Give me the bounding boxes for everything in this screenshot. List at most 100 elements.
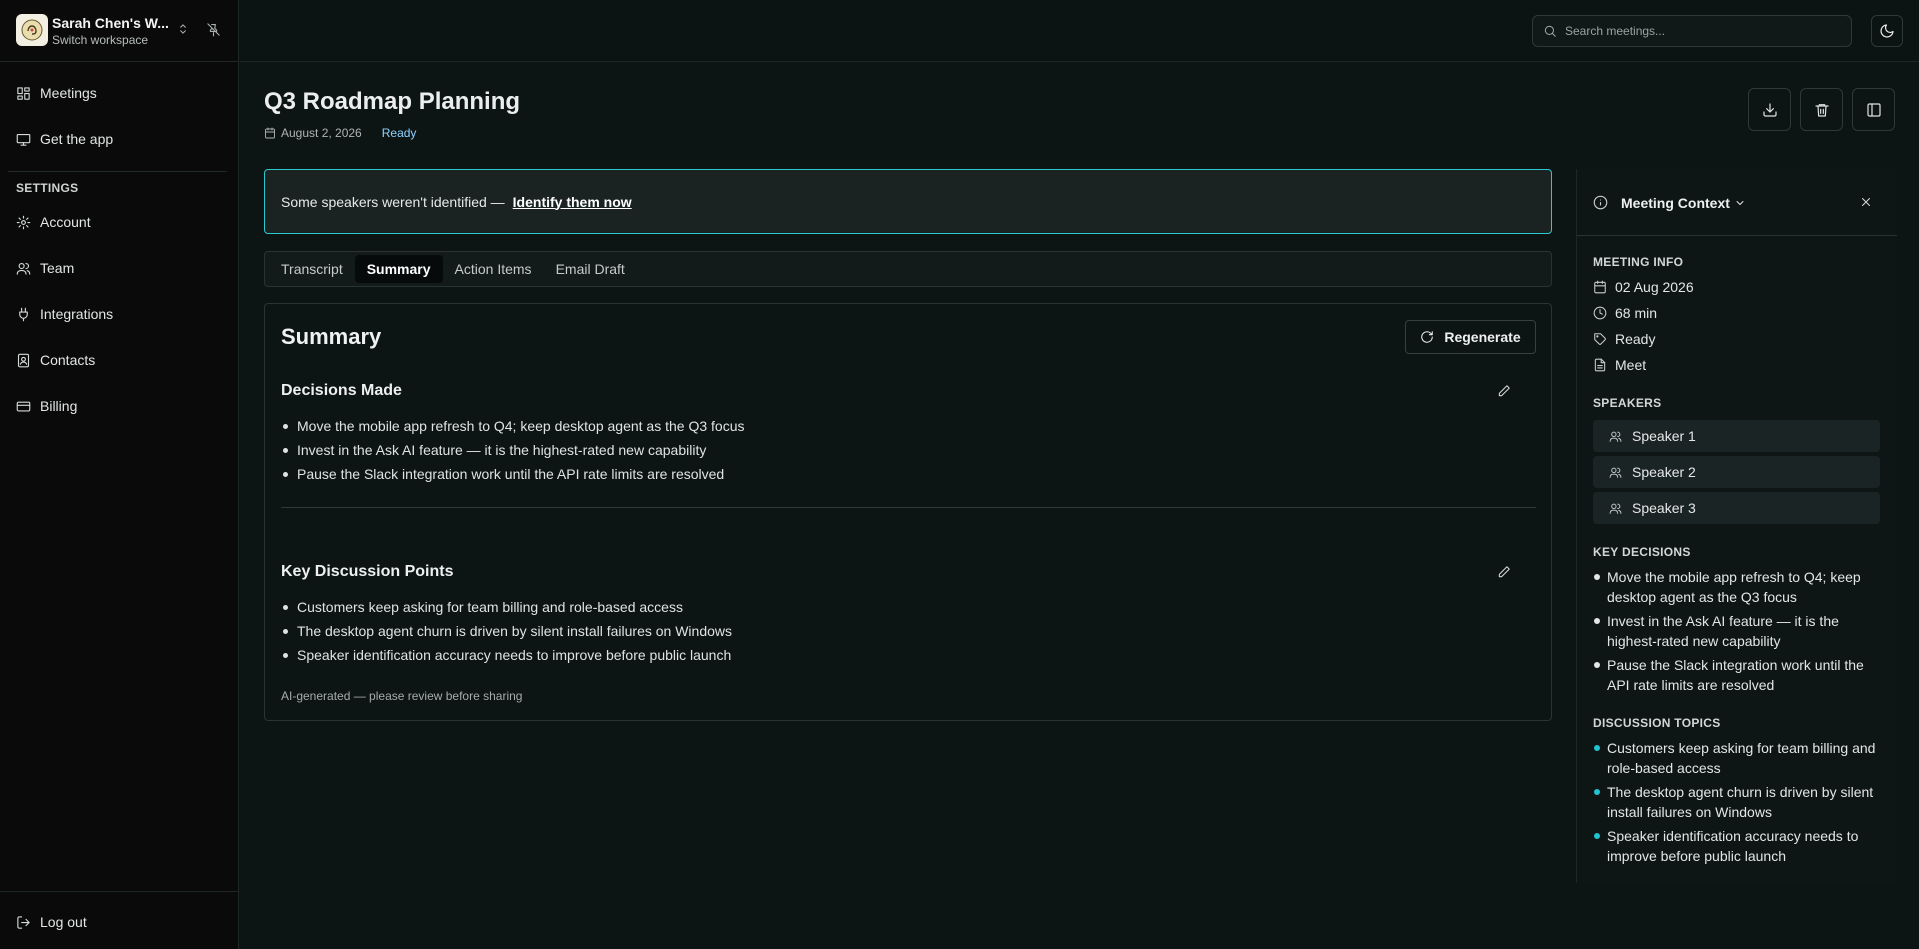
nav-item-label: Integrations	[40, 306, 114, 322]
list-item: Speaker identification accuracy needs to…	[281, 643, 732, 667]
list-item: Move the mobile app refresh to Q4; keep …	[1593, 567, 1883, 607]
speaker-label: Speaker 1	[1632, 428, 1696, 444]
gear-icon	[16, 215, 31, 229]
summary-card: Summary Regenerate Decisions Made Move t…	[264, 303, 1552, 721]
nav-item-get-the-app[interactable]: Get the app	[8, 121, 230, 157]
identify-speakers-link[interactable]: Identify them now	[513, 194, 632, 210]
tab-transcript[interactable]: Transcript	[269, 255, 355, 283]
chevron-up-down-icon[interactable]	[176, 22, 190, 36]
panel-icon	[1866, 102, 1881, 117]
list-item: The desktop agent churn is driven by sil…	[281, 619, 732, 643]
users-icon	[16, 262, 31, 275]
credit-card-icon	[16, 401, 31, 411]
info-duration: 68 min	[1593, 305, 1657, 321]
speaker-warning-banner: Some speakers weren't identified — Ident…	[264, 169, 1552, 234]
meeting-context-panel: Meeting Context MEETING INFO 02 Aug 2026…	[1576, 169, 1897, 883]
list-item: Move the mobile app refresh to Q4; keep …	[281, 414, 745, 438]
info-platform-value: Meet	[1615, 357, 1647, 373]
speaker-label: Speaker 2	[1632, 464, 1696, 480]
clock-icon	[1593, 306, 1607, 320]
status-badge: Ready	[381, 126, 417, 140]
delete-button[interactable]	[1800, 88, 1843, 131]
nav-item-team[interactable]: Team	[8, 250, 230, 286]
plug-icon	[19, 307, 28, 321]
theme-toggle-button[interactable]	[1871, 15, 1903, 47]
banner-text: Some speakers weren't identified —	[281, 193, 505, 210]
section-divider	[281, 507, 1536, 508]
settings-heading: SETTINGS	[16, 181, 79, 195]
trash-icon	[1814, 103, 1829, 117]
meeting-info-heading: MEETING INFO	[1593, 255, 1684, 269]
nav-item-contacts[interactable]: Contacts	[8, 342, 230, 378]
tab-email-draft[interactable]: Email Draft	[544, 255, 637, 283]
sidebar: Sarah Chen's W... Switch workspace Meeti…	[0, 0, 239, 949]
speakers-heading: SPEAKERS	[1593, 396, 1662, 410]
download-button[interactable]	[1748, 88, 1791, 131]
tab-bar: Transcript Summary Action Items Email Dr…	[264, 251, 1552, 287]
list-item: Invest in the Ask AI feature — it is the…	[1593, 611, 1883, 651]
moon-icon	[1880, 24, 1894, 38]
list-item: Pause the Slack integration work until t…	[281, 462, 745, 486]
summary-title: Summary	[281, 324, 382, 349]
logout-label: Log out	[40, 914, 87, 930]
brain-logo-icon	[21, 19, 43, 41]
speaker-item[interactable]: Speaker 2	[1593, 456, 1880, 488]
nav-item-integrations[interactable]: Integrations	[8, 296, 230, 332]
download-icon	[1762, 102, 1777, 117]
discussion-topics-list: Customers keep asking for team billing a…	[1593, 738, 1883, 870]
nav-divider	[8, 171, 227, 172]
speaker-label: Speaker 3	[1632, 500, 1696, 516]
toggle-panel-button[interactable]	[1852, 88, 1895, 131]
info-duration-value: 68 min	[1615, 305, 1658, 321]
nav-item-meetings[interactable]: Meetings	[8, 75, 230, 111]
close-icon[interactable]	[1859, 195, 1873, 209]
nav-item-label: Billing	[40, 398, 78, 414]
list-item: Customers keep asking for team billing a…	[281, 595, 732, 619]
page-title: Q3 Roadmap Planning	[264, 88, 521, 115]
calendar-icon	[1594, 280, 1606, 294]
list-item: The desktop agent churn is driven by sil…	[1593, 782, 1883, 822]
list-item: Customers keep asking for team billing a…	[1593, 738, 1883, 778]
edit-discussion-icon[interactable]	[1497, 565, 1511, 579]
calendar-icon	[265, 127, 275, 139]
search-input[interactable]: Search meetings...	[1532, 15, 1852, 47]
nav-item-account[interactable]: Account	[8, 204, 230, 240]
workspace-switcher[interactable]: Sarah Chen's W... Switch workspace	[0, 0, 239, 62]
decisions-title: Decisions Made	[281, 382, 402, 399]
list-item: Speaker identification accuracy needs to…	[1593, 826, 1883, 866]
speaker-item[interactable]: Speaker 1	[1593, 420, 1880, 452]
info-date: 02 Aug 2026	[1593, 279, 1694, 295]
logout-button[interactable]: Log out	[8, 904, 230, 940]
refresh-icon	[1421, 331, 1434, 343]
nav-item-label: Meetings	[40, 85, 97, 101]
nav-item-label: Team	[40, 260, 75, 276]
speaker-item[interactable]: Speaker 3	[1593, 492, 1880, 524]
nav-item-billing[interactable]: Billing	[8, 388, 230, 424]
pin-off-icon[interactable]	[206, 22, 221, 37]
info-status: Ready	[1593, 331, 1655, 347]
search-placeholder: Search meetings...	[1565, 24, 1666, 38]
decisions-list: Move the mobile app refresh to Q4; keep …	[281, 414, 745, 486]
context-title: Meeting Context	[1621, 195, 1730, 211]
context-dropdown[interactable]: Meeting Context	[1621, 195, 1746, 211]
tag-icon	[1594, 333, 1606, 345]
info-icon	[1593, 195, 1608, 210]
list-item: Invest in the Ask AI feature — it is the…	[281, 438, 745, 462]
info-platform: Meet	[1593, 357, 1646, 373]
ai-disclaimer: AI-generated — please review before shar…	[281, 689, 523, 703]
regenerate-button[interactable]: Regenerate	[1405, 320, 1536, 354]
discussion-topics-heading: DISCUSSION TOPICS	[1593, 716, 1721, 730]
workspace-subtitle: Switch workspace	[52, 33, 149, 47]
key-decisions-list: Move the mobile app refresh to Q4; keep …	[1593, 567, 1883, 699]
sidebar-footer-divider	[0, 891, 239, 892]
tab-summary[interactable]: Summary	[354, 255, 443, 283]
chevron-down-icon	[1736, 201, 1744, 205]
monitor-icon	[16, 133, 31, 146]
tab-action-items[interactable]: Action Items	[443, 255, 544, 283]
search-icon	[1544, 25, 1556, 37]
nav-item-label: Contacts	[40, 352, 96, 368]
users-icon	[1609, 503, 1622, 514]
panel-header: Meeting Context	[1577, 169, 1897, 236]
edit-decisions-icon[interactable]	[1497, 384, 1511, 398]
nav-item-label: Account	[40, 214, 91, 230]
